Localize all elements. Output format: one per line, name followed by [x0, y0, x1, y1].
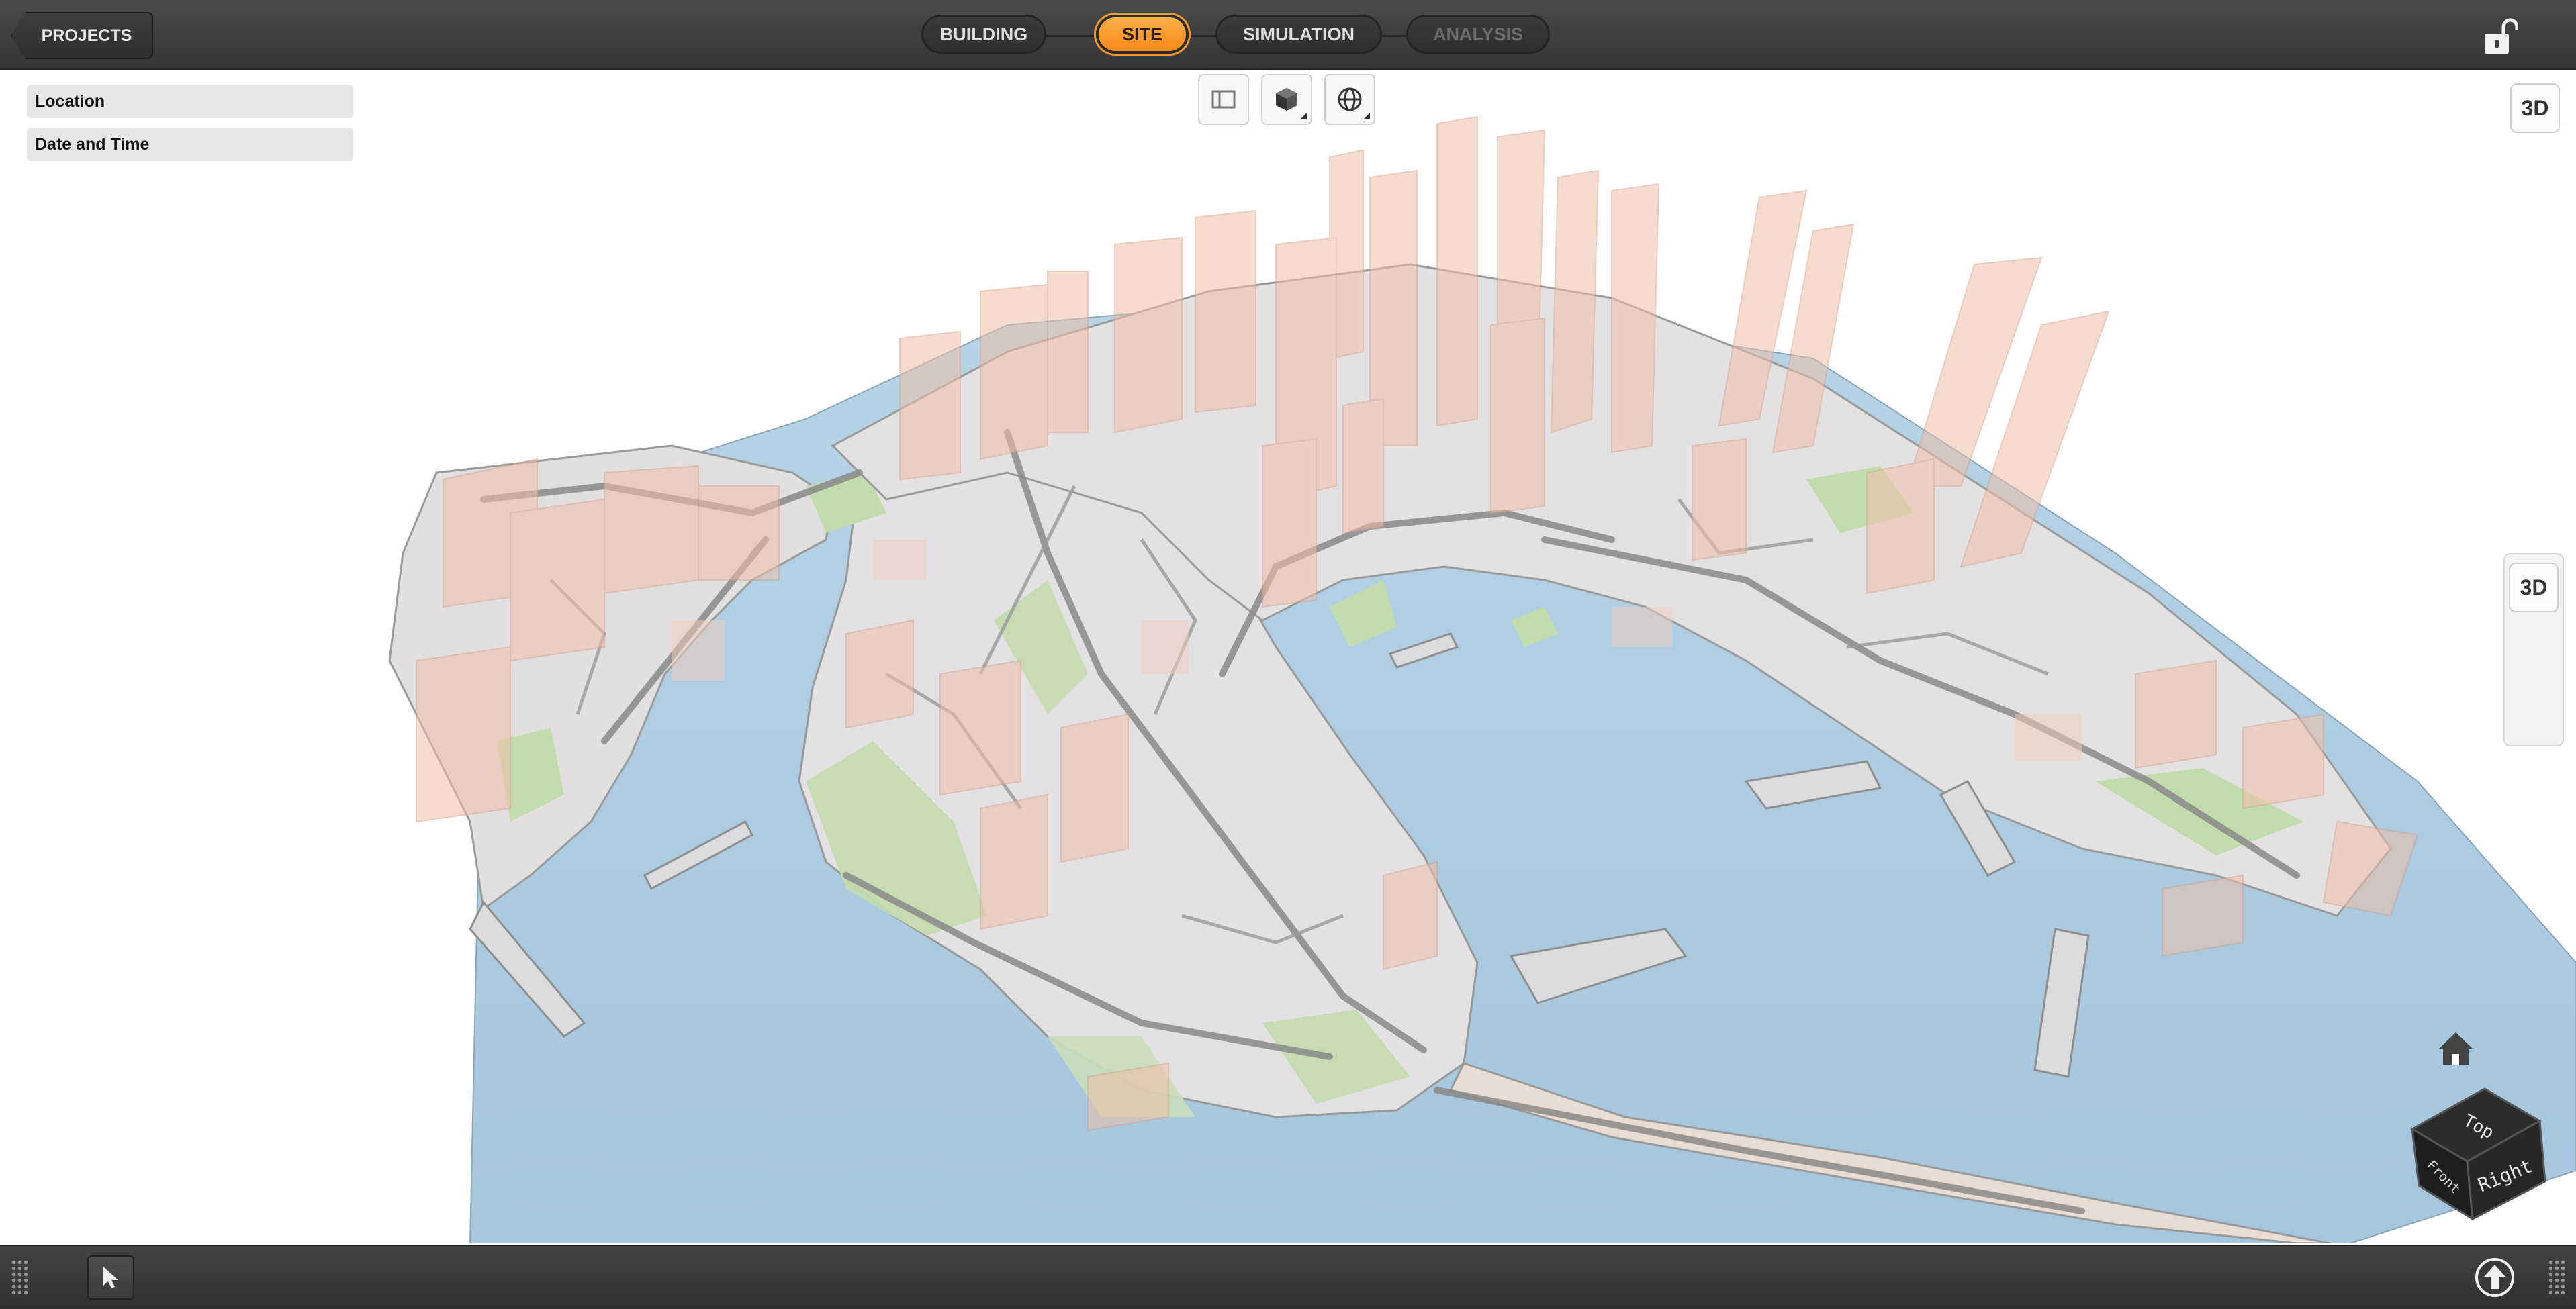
- select-tool-button[interactable]: [87, 1255, 134, 1300]
- view-mode-3d-label: 3D: [2521, 95, 2549, 120]
- panel-toggle-icon: [1211, 90, 1236, 109]
- tab-simulation[interactable]: SIMULATION: [1215, 15, 1382, 54]
- projects-back-button[interactable]: PROJECTS: [11, 12, 153, 59]
- side-dock-panel: 3D: [2503, 553, 2564, 746]
- top-bar: PROJECTS BUILDING SITE SIMULATION ANALYS…: [0, 0, 2576, 70]
- right-resize-grip-icon[interactable]: [2548, 1259, 2565, 1296]
- view-cube[interactable]: Top Front Right: [2405, 1067, 2548, 1222]
- tab-building[interactable]: BUILDING: [921, 15, 1046, 54]
- date-time-label: Date and Time: [35, 134, 150, 154]
- projects-button-label: PROJECTS: [41, 26, 132, 45]
- panel-toggle-button[interactable]: [1198, 74, 1249, 125]
- location-label: Location: [35, 91, 105, 111]
- site-3d-map-viewport[interactable]: [0, 70, 2576, 1243]
- tab-analysis: ANALYSIS: [1406, 15, 1550, 54]
- dropdown-corner-indicator: [1363, 113, 1370, 119]
- select-arrow-icon: [103, 1267, 118, 1288]
- tab-site-label: SITE: [1121, 23, 1162, 44]
- home-icon[interactable]: [2436, 1030, 2475, 1067]
- tab-simulation-label: SIMULATION: [1243, 23, 1354, 44]
- left-resize-grip-icon[interactable]: [11, 1259, 28, 1296]
- dropdown-corner-indicator: [1300, 113, 1307, 119]
- upload-circle-icon[interactable]: [2474, 1257, 2516, 1298]
- bottom-bar: [0, 1245, 2576, 1309]
- globe-button[interactable]: [1324, 74, 1375, 125]
- date-time-section-header[interactable]: Date and Time: [27, 128, 353, 161]
- workflow-tabs: BUILDING SITE SIMULATION ANALYSIS: [921, 12, 1550, 59]
- side-dock-3d-label: 3D: [2520, 575, 2548, 599]
- cube-view-icon: [1276, 88, 1297, 111]
- globe-icon: [1338, 87, 1362, 111]
- cube-view-button[interactable]: [1261, 74, 1312, 125]
- tab-analysis-label: ANALYSIS: [1432, 23, 1524, 44]
- tab-site[interactable]: SITE: [1096, 15, 1189, 54]
- unlocked-padlock-icon[interactable]: [2483, 17, 2518, 55]
- tab-building-label: BUILDING: [939, 23, 1028, 44]
- location-section-header[interactable]: Location: [27, 85, 353, 118]
- side-dock-3d-badge[interactable]: 3D: [2509, 563, 2559, 612]
- view-mode-3d-badge[interactable]: 3D: [2510, 83, 2560, 133]
